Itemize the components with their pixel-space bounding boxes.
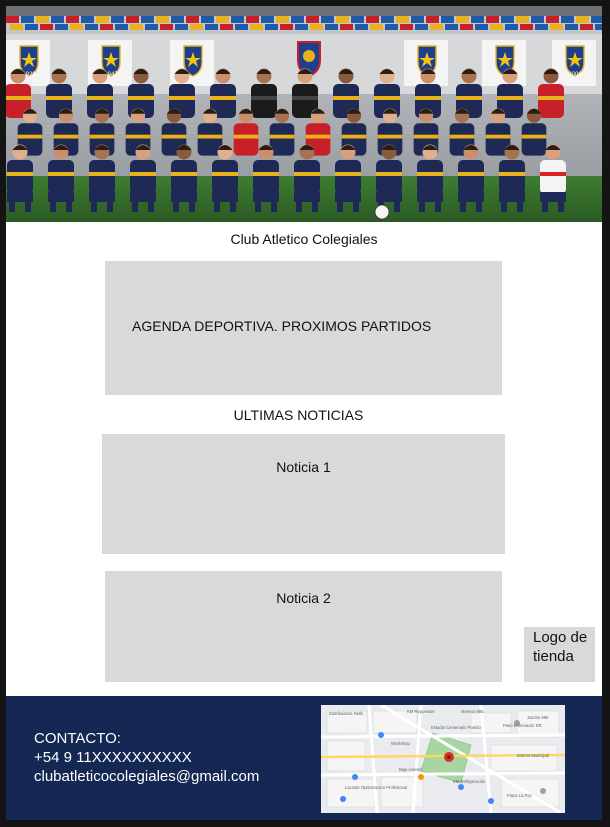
contact-label: CONTACTO:: [34, 730, 121, 747]
news-card-label: Noticia 1: [276, 459, 331, 475]
map-label: Plaza La Paz: [507, 793, 532, 798]
contact-phone[interactable]: +54 9 11XXXXXXXXXX: [34, 748, 259, 767]
footer: CONTACTO: +54 9 11XXXXXXXXXX clubatletic…: [6, 696, 602, 820]
news-card[interactable]: Noticia 1: [102, 434, 505, 554]
map-label: Jazmin 986: [527, 715, 549, 720]
map-label: KM Refrigeración: [453, 779, 486, 784]
agenda-section[interactable]: AGENDA DEPORTIVA. PROXIMOS PARTIDOS: [105, 261, 502, 395]
store-logo[interactable]: Logo de tienda: [524, 627, 595, 682]
map-label: Paso Entrenador DR: [503, 723, 542, 728]
map-label: Moreno 995: [461, 709, 484, 714]
ball: [374, 204, 390, 220]
page: 1928194719632006 Club Atletico Colegiale…: [6, 6, 602, 820]
news-card-label: Noticia 2: [276, 590, 331, 606]
team-photo-illustration: 1928194719632006: [6, 6, 602, 222]
map-label: KM Repuestos: [407, 709, 434, 714]
map-illustration: Distribuidora Nello KM Repuestos Moreno 99…: [321, 705, 565, 813]
contact-email[interactable]: clubatleticocolegiales@gmail.com: [34, 767, 259, 786]
news-heading: ULTIMAS NOTICIAS: [233, 407, 364, 423]
agenda-label: AGENDA DEPORTIVA. PROXIMOS PARTIDOS: [132, 318, 432, 334]
map-label: Estadio Centenario Pueblo: [431, 725, 481, 730]
page-title: Club Atletico Colegiales: [230, 231, 378, 247]
contact-block: CONTACTO: +54 9 11XXXXXXXXXX clubatletic…: [34, 729, 259, 786]
store-logo-label: Logo de tienda: [533, 629, 588, 665]
map-label: Distribuidora Nello: [329, 711, 364, 716]
team-photo: 1928194719632006: [6, 6, 602, 222]
location-map[interactable]: Distribuidora Nello KM Repuestos Moreno 99…: [321, 705, 565, 813]
banner-year: 2006: [568, 72, 582, 78]
map-label: Lacoste Optimización Profesional: [345, 785, 407, 790]
map-label: Baja celeste: [399, 767, 422, 772]
map-label: Workshop: [391, 741, 410, 746]
map-label: Distrito Municipal: [517, 753, 549, 758]
news-card[interactable]: Noticia 2: [105, 571, 502, 682]
